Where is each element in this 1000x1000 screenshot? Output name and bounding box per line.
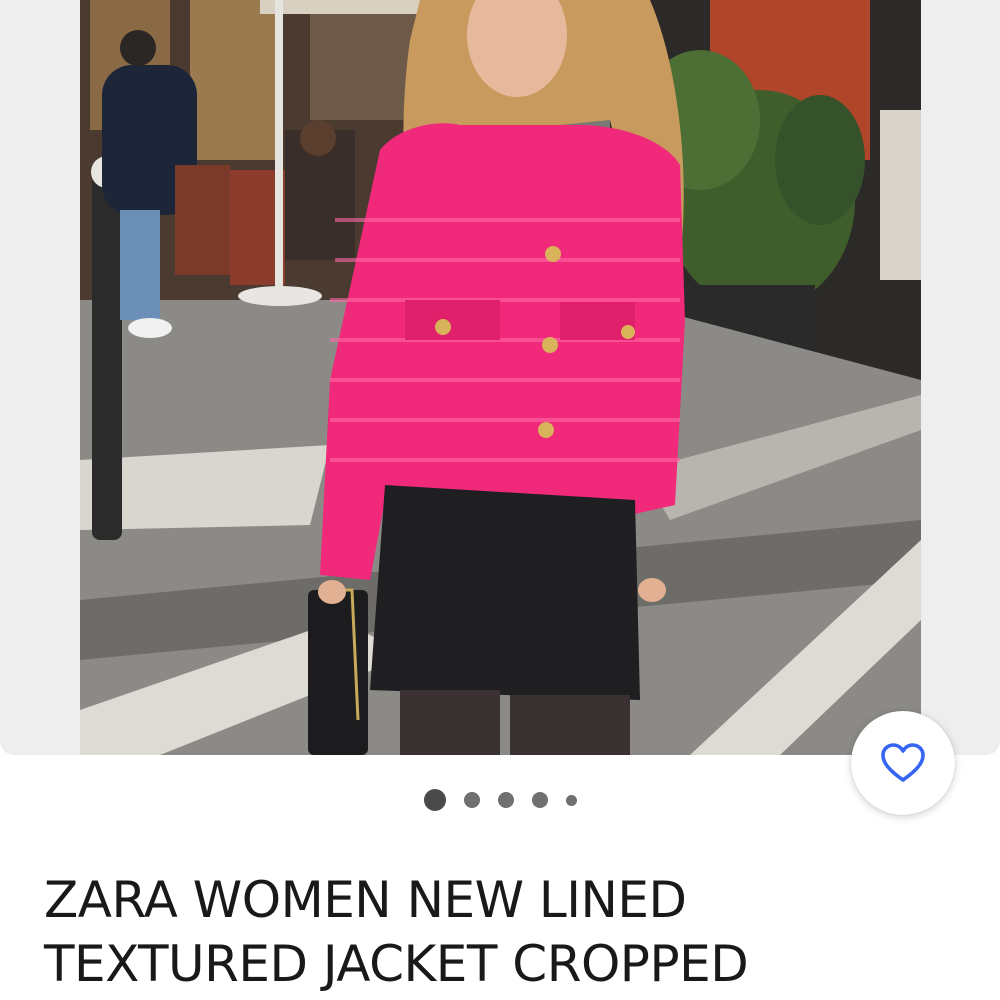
pagination-dot-1[interactable] bbox=[423, 789, 446, 811]
pagination-dot-5[interactable] bbox=[565, 794, 577, 806]
pagination-dot-2[interactable] bbox=[463, 792, 480, 808]
product-photo-image bbox=[80, 0, 921, 755]
heart-outline-icon bbox=[881, 743, 925, 782]
pagination-dot-3[interactable] bbox=[497, 792, 514, 808]
favorite-button[interactable] bbox=[851, 711, 955, 815]
listing-screen: ZARA WOMEN NEW LINED TEXTURED JACKET CRO… bbox=[0, 0, 1000, 1000]
pagination-dot-4[interactable] bbox=[531, 792, 548, 808]
gallery-pagination bbox=[0, 786, 1000, 814]
listing-title: ZARA WOMEN NEW LINED TEXTURED JACKET CRO… bbox=[44, 871, 749, 993]
image-gallery[interactable] bbox=[0, 0, 1000, 755]
product-photo[interactable] bbox=[80, 0, 921, 755]
